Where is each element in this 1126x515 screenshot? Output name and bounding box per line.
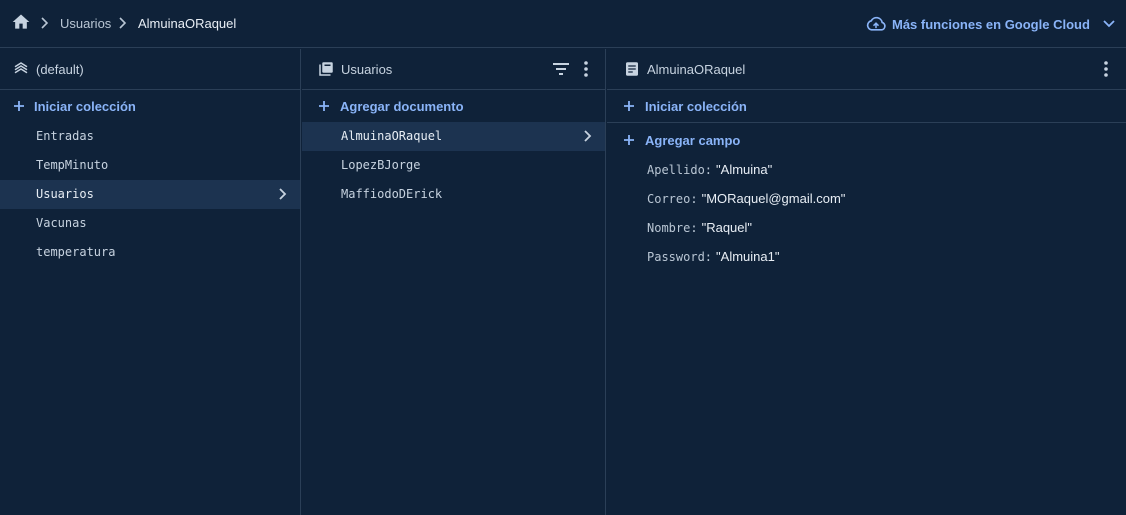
field-value: "MORaquel@gmail.com"	[701, 191, 846, 206]
add-field-label: Agregar campo	[645, 132, 741, 148]
more-vert-icon[interactable]	[576, 59, 596, 79]
document-label: MaffiodoDErick	[341, 187, 443, 201]
breadcrumb-current-document[interactable]: AlmuinaORaquel	[138, 16, 236, 31]
field-row-nombre[interactable]: Nombre: "Raquel"	[647, 220, 752, 240]
start-subcollection-label: Iniciar colección	[645, 98, 747, 114]
chevron-down-icon	[1103, 20, 1115, 28]
database-icon	[14, 62, 28, 74]
more-vert-icon[interactable]	[1096, 59, 1116, 79]
root-panel: (default) Iniciar colección Entradas Tem…	[0, 49, 301, 515]
plus-icon	[319, 101, 329, 111]
field-value: "Almuina1"	[716, 249, 780, 264]
collection-label: TempMinuto	[36, 158, 109, 172]
field-colon: :	[690, 221, 698, 235]
add-document-button[interactable]: Agregar documento	[302, 91, 605, 121]
collection-item-tempminuto[interactable]: TempMinuto	[0, 151, 300, 180]
start-subcollection-button[interactable]: Iniciar colección	[607, 91, 1126, 121]
collection-item-temperatura[interactable]: temperatura	[0, 238, 300, 267]
field-colon: :	[704, 163, 713, 177]
plus-icon	[14, 101, 24, 111]
field-value: "Almuina"	[716, 162, 773, 177]
field-row-correo[interactable]: Correo: "MORaquel@gmail.com"	[647, 191, 845, 211]
chevron-right-icon	[119, 17, 127, 29]
root-panel-title: (default)	[36, 62, 84, 77]
add-field-button[interactable]: Agregar campo	[607, 125, 1126, 155]
collection-panel-header: Usuarios	[302, 49, 605, 90]
breadcrumb-usuarios[interactable]: Usuarios	[60, 16, 111, 31]
top-bar: Usuarios AlmuinaORaquel Más funciones en…	[0, 0, 1126, 48]
chevron-right-icon	[41, 17, 49, 29]
field-value: "Raquel"	[701, 220, 753, 235]
field-key: Password	[647, 250, 705, 264]
collection-label: temperatura	[36, 245, 116, 259]
root-panel-header: (default)	[0, 49, 300, 90]
document-icon	[626, 62, 638, 76]
plus-icon	[624, 135, 634, 145]
collection-panel: Usuarios Agregar documento AlmuinaORaque…	[302, 49, 606, 515]
field-key: Correo	[647, 192, 691, 206]
collection-item-vacunas[interactable]: Vacunas	[0, 209, 300, 238]
document-panel-header: AlmuinaORaquel	[607, 49, 1126, 90]
collection-panel-title: Usuarios	[341, 62, 393, 77]
field-colon: :	[704, 250, 713, 264]
document-item-lopezbjorge[interactable]: LopezBJorge	[302, 151, 605, 180]
document-label: AlmuinaORaquel	[341, 129, 443, 143]
divider	[607, 122, 1126, 123]
document-label: LopezBJorge	[341, 158, 421, 172]
document-panel: AlmuinaORaquel Iniciar colección Agregar…	[607, 49, 1126, 515]
field-colon: :	[690, 192, 698, 206]
start-collection-label: Iniciar colección	[34, 98, 136, 114]
home-icon[interactable]	[11, 12, 31, 32]
collection-label: Vacunas	[36, 216, 87, 230]
field-row-password[interactable]: Password: "Almuina1"	[647, 249, 779, 269]
collection-icon	[319, 62, 333, 76]
field-key: Apellido	[647, 163, 705, 177]
field-key: Nombre	[647, 221, 691, 235]
collection-label: Entradas	[36, 129, 94, 143]
collection-label: Usuarios	[36, 187, 94, 201]
start-collection-button[interactable]: Iniciar colección	[0, 91, 300, 121]
document-item-almuinaoraquel[interactable]: AlmuinaORaquel	[302, 122, 605, 151]
add-document-label: Agregar documento	[340, 98, 464, 114]
google-cloud-label: Más funciones en Google Cloud	[892, 16, 1090, 32]
filter-icon[interactable]	[551, 59, 571, 79]
cloud-icon	[866, 16, 886, 31]
collection-item-usuarios[interactable]: Usuarios	[0, 180, 300, 209]
plus-icon	[624, 101, 634, 111]
chevron-right-icon	[279, 188, 287, 200]
document-panel-title: AlmuinaORaquel	[647, 62, 746, 77]
collection-item-entradas[interactable]: Entradas	[0, 122, 300, 151]
document-item-maffiododerick[interactable]: MaffiodoDErick	[302, 180, 605, 209]
chevron-right-icon	[584, 130, 592, 142]
google-cloud-button[interactable]: Más funciones en Google Cloud	[866, 13, 1116, 35]
field-row-apellido[interactable]: Apellido: "Almuina"	[647, 162, 772, 182]
